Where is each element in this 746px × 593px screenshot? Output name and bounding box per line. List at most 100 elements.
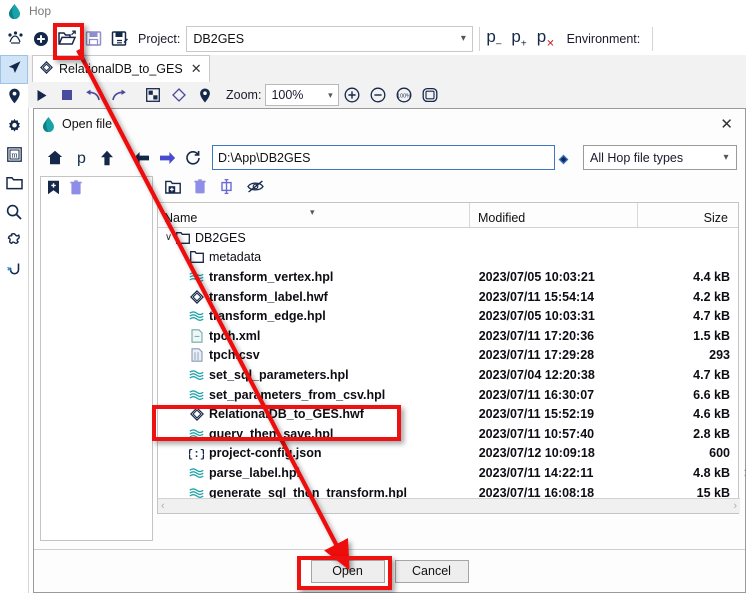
scroll-left-icon[interactable]: ‹	[161, 500, 165, 512]
chevron-down-icon[interactable]: ▾	[322, 90, 338, 101]
delete-file-icon[interactable]	[194, 179, 206, 199]
zoom-in-icon[interactable]	[339, 83, 365, 107]
cancel-button[interactable]: Cancel	[394, 559, 469, 583]
stop-icon[interactable]	[54, 83, 80, 107]
zoom-out-icon[interactable]	[365, 83, 391, 107]
file-toolbar	[157, 176, 739, 202]
dialog-titlebar: Open file ✕	[34, 109, 745, 139]
close-icon[interactable]: ✕	[720, 117, 733, 132]
column-header-modified[interactable]: Modified	[470, 203, 638, 227]
file-type-filter-combo[interactable]: All Hop file types ▾	[583, 145, 737, 170]
table-row[interactable]: parse_label.hpl 2023/07/11 14:22:11 4.8 kB	[158, 463, 738, 483]
open-file-toolbar-button[interactable]	[54, 26, 80, 52]
zoom-combo[interactable]: 100% ▾	[265, 84, 340, 106]
table-row[interactable]: transform_edge.hpl 2023/07/05 10:03:31 4.7…	[158, 306, 738, 326]
pipeline-icon	[189, 388, 204, 402]
file-modified-label: 2023/07/11 15:54:14	[478, 289, 595, 304]
snap-grid-icon[interactable]	[140, 83, 166, 107]
project-combo[interactable]: DB2GES ▾	[186, 25, 474, 52]
divider	[652, 26, 654, 51]
parent-folder-icon[interactable]	[94, 145, 120, 171]
table-row[interactable]: tpch.xml 2023/07/11 17:20:36 1.5 kB	[158, 326, 738, 346]
add-bookmark-icon[interactable]	[47, 180, 60, 200]
table-row[interactable]: query_then_save.hpl 2023/07/11 10:57:40 2.…	[158, 424, 738, 444]
chevron-down-icon[interactable]: ▾	[454, 33, 472, 44]
rail-item-metadata[interactable]: m	[0, 142, 28, 171]
window-titlebar: Hop	[0, 0, 746, 22]
table-row[interactable]: metadata	[158, 248, 738, 268]
sort-caret-icon[interactable]: ▾	[310, 207, 315, 218]
column-header-size[interactable]: Size	[638, 203, 736, 227]
rail-item-hook[interactable]	[0, 258, 28, 287]
rail-item-search[interactable]	[0, 200, 28, 229]
file-modified-label: 2023/07/11 15:52:19	[478, 407, 595, 422]
svg-text:m: m	[11, 150, 18, 159]
open-button[interactable]: Open	[310, 559, 385, 583]
back-icon[interactable]	[128, 145, 154, 171]
folder-open-icon	[189, 250, 204, 264]
hop-gui-window: Hop Project: DB2GES ▾ p– p+ p✕ Environme…	[0, 0, 746, 593]
table-row[interactable]: ∨ DB2GES	[158, 228, 738, 248]
workflow-diamond-icon	[189, 407, 204, 422]
tree-twisty-icon[interactable]: ∨	[162, 232, 175, 243]
refresh-icon[interactable]	[180, 145, 206, 171]
rail-item-plugins[interactable]	[0, 229, 28, 258]
location-pin-icon[interactable]	[192, 83, 218, 107]
remove-parameter-icon[interactable]: p–	[486, 28, 504, 49]
table-row[interactable]: RelationalDB_to_GES.hwf 2023/07/11 15:52:…	[158, 404, 738, 424]
diamond-icon[interactable]	[166, 83, 192, 107]
undo-icon[interactable]	[80, 83, 106, 107]
add-parameter-icon[interactable]: p+	[511, 28, 529, 49]
add-project-icon[interactable]	[28, 26, 54, 52]
home-icon[interactable]	[42, 145, 68, 171]
project-home-icon[interactable]: p	[68, 145, 94, 171]
save-icon[interactable]	[80, 26, 106, 52]
horizontal-scrollbar[interactable]: ‹ ›	[158, 498, 740, 513]
forward-icon[interactable]	[154, 145, 180, 171]
rename-file-icon[interactable]	[219, 178, 234, 199]
table-row[interactable]: tpch.csv 2023/07/11 17:29:28 293	[158, 346, 738, 366]
file-size-label: 4.7 kB	[693, 367, 731, 382]
cursor-icon	[7, 60, 22, 80]
file-modified-label: 2023/07/11 16:30:07	[478, 387, 595, 402]
vertical-stepper[interactable]: ▲ ▼	[740, 461, 746, 485]
file-name-label: DB2GES	[195, 230, 246, 245]
close-icon[interactable]: ✕	[191, 61, 202, 77]
redo-icon[interactable]	[106, 83, 132, 107]
table-row[interactable]: {:} project-config.json 2023/07/12 10:09:1…	[158, 444, 738, 464]
hop-droplet-icon	[8, 3, 21, 19]
pipeline-icon	[189, 270, 204, 284]
new-folder-icon[interactable]	[165, 180, 181, 199]
zoom-label: Zoom:	[226, 88, 262, 102]
zoom-fit-icon[interactable]	[417, 83, 443, 107]
zoom-100-icon[interactable]: 100%	[391, 83, 417, 107]
workflow-diamond-icon	[40, 61, 53, 77]
path-input[interactable]: D:\App\DB2GES	[212, 145, 555, 170]
rail-item-cursor[interactable]	[0, 55, 28, 84]
rail-item-explorer[interactable]	[0, 171, 28, 200]
file-modified-label: 2023/07/12 10:09:18	[478, 446, 595, 461]
table-row[interactable]: transform_vertex.hpl 2023/07/05 10:03:21 4…	[158, 267, 738, 287]
file-name-label: parse_label.hpl	[209, 465, 301, 480]
delete-bookmark-icon[interactable]	[70, 180, 82, 200]
save-as-icon[interactable]	[106, 26, 132, 52]
rail-item-settings[interactable]	[0, 113, 28, 142]
delete-parameter-icon[interactable]: p✕	[537, 28, 558, 49]
table-row[interactable]: transform_label.hwf 2023/07/11 15:54:14 4.…	[158, 287, 738, 307]
run-icon[interactable]	[28, 83, 54, 107]
file-size-label: 4.7 kB	[693, 309, 731, 324]
scroll-right-icon[interactable]: ›	[733, 500, 737, 512]
chevron-down-icon[interactable]: ▾	[716, 152, 736, 163]
path-bookmark-marker-icon[interactable]	[558, 152, 569, 165]
environment-label: Environment:	[566, 31, 641, 46]
left-perspective-rail: m	[0, 55, 29, 593]
pipeline-icon	[189, 427, 204, 441]
hop-gui-icon[interactable]	[2, 26, 28, 52]
show-hidden-icon[interactable]	[247, 180, 264, 198]
rail-item-location[interactable]	[0, 84, 28, 113]
table-row[interactable]: set_sql_parameters.hpl 2023/07/04 12:20:3…	[158, 365, 738, 385]
table-row[interactable]: set_parameters_from_csv.hpl 2023/07/11 16…	[158, 385, 738, 405]
column-header-name[interactable]: Name ▾	[158, 203, 470, 227]
scroll-down-icon[interactable]: ▼	[743, 473, 746, 482]
tab-relationaldb-to-ges[interactable]: RelationalDB_to_GES ✕	[32, 55, 210, 82]
